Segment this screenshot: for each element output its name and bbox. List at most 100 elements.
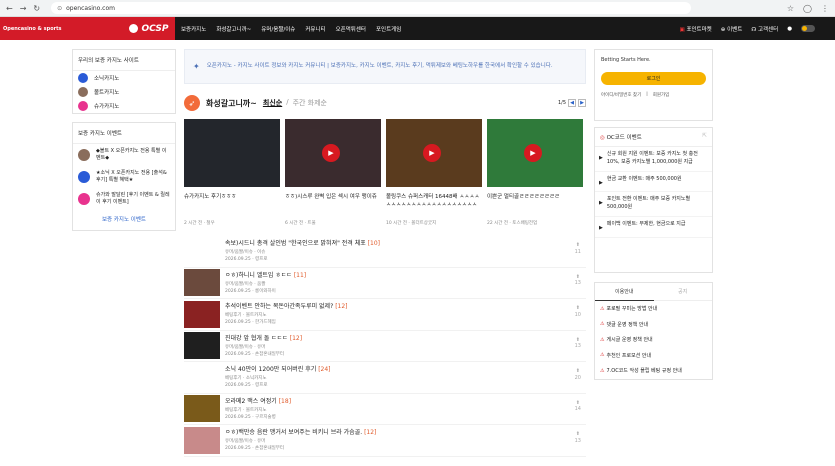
- tab-notice[interactable]: 공지: [653, 283, 712, 301]
- theme-toggle[interactable]: [801, 25, 815, 32]
- guide-item[interactable]: ⚠ 포로필 꾸미는 방법 안내: [595, 301, 712, 317]
- oc-event-item[interactable]: ▶ 신규 회원 지원 이벤트: 보증 카지노 첫 충전 10%, 보증 카지노별 …: [595, 147, 712, 172]
- sidebar-site-item[interactable]: 소닉카지노: [73, 71, 175, 85]
- find-account-link[interactable]: 아이디/비밀번호 찾기: [601, 92, 641, 98]
- vote-box: ⬆ 13: [575, 337, 581, 350]
- address-bar[interactable]: ⊙ opencasino.com: [51, 2, 692, 14]
- casino-logo-icon: [78, 149, 90, 161]
- guide-item[interactable]: ⚠ 추천인 프로모션 안내: [595, 348, 712, 364]
- reload-icon[interactable]: ↻: [33, 4, 40, 13]
- video-card[interactable]: ▶ 이쁜군 멀티골ㄹㄹㄹㄹㄹㄹㄹㄹ 22 시간 전 · 토스배팅전업: [487, 119, 583, 226]
- post-title[interactable]: 소닉 40만이 1200만 되어버린 후기 [24]: [225, 364, 586, 373]
- nav-item[interactable]: 보증카지노: [181, 25, 206, 33]
- nav-item[interactable]: 커뮤니티: [305, 25, 325, 33]
- bookmark-star-icon[interactable]: ☆: [787, 4, 794, 13]
- site-label: 소닉카지노: [94, 76, 120, 82]
- sidebar-site-item[interactable]: 슈가카지노: [73, 99, 175, 113]
- profile-icon[interactable]: ◯: [803, 4, 812, 13]
- tab-guide[interactable]: 이용안내: [595, 283, 654, 301]
- back-icon[interactable]: ←: [6, 4, 13, 13]
- logo-icon: [129, 24, 139, 33]
- post-title[interactable]: 추석이벤트 안하는 목돈아간족두루미 없제? [12]: [225, 301, 586, 310]
- nav-item[interactable]: 유머/움짤/이슈: [261, 25, 295, 33]
- point-market-link[interactable]: ▣ 포인트마켓: [679, 25, 711, 33]
- user-icon[interactable]: ●: [787, 26, 792, 32]
- event-link[interactable]: ⊕ 이벤트: [721, 25, 743, 33]
- post-title[interactable]: 진대강 앞 협개 돌 ㄷㄷㄷ [12]: [225, 333, 586, 342]
- post-title-text[interactable]: 속보)시드니 총격 살인범 "한국인으로 밝혀져" 전격 체포: [225, 240, 366, 247]
- site-label: Opencasino & sports: [3, 25, 62, 32]
- login-button[interactable]: 로그인: [601, 72, 706, 85]
- post-title[interactable]: ㅇㅎ)하니니 엘트임 ㅎㄷㄷ [11]: [225, 270, 586, 279]
- sidebar-site-item[interactable]: 볼트카지노: [73, 85, 175, 99]
- oc-event-item[interactable]: ▶ 현금 교환 이벤트: 매주 500,000원: [595, 172, 712, 193]
- sidebar-event-item[interactable]: ◆볼트 X 오픈카지노 전용 특별 이벤트◆: [73, 144, 175, 166]
- post-row[interactable]: 추석이벤트 안하는 목돈아간족두루미 없제? [12] 베팅후기 · 볼트카지노 2…: [184, 299, 586, 331]
- post-thumbnail[interactable]: [184, 395, 220, 423]
- post-title-text[interactable]: ㅇㅎ)하니니 엘트임 ㅎㄷㄷ: [225, 272, 292, 279]
- guide-item[interactable]: ⚠ 댓글 운영 정책 안내: [595, 317, 712, 333]
- card-thumbnail[interactable]: ▶: [487, 119, 583, 187]
- video-card[interactable]: ▶ 볼링쿠스 슈퍼스캐터 16448배 ㅅㅅㅅㅅㅅㅅㅅㅅㅅㅅㅅㅅㅅㅅㅅㅅㅅㅅㅅㅅㅅ…: [386, 119, 482, 226]
- post-row[interactable]: 소닉 40만이 1200만 되어버린 후기 [24] 베팅후기 · 소닉카지노 20…: [184, 362, 586, 394]
- oc-event-item[interactable]: ▶ 포인트 전환 이벤트: 매주 보증 카지노별 500,000원: [595, 192, 712, 217]
- play-icon[interactable]: ▶: [423, 144, 441, 162]
- video-card[interactable]: 슈가카지노 후기ㅎㅎㅎ 2 시간 전 · 철우: [184, 119, 280, 226]
- post-title-text[interactable]: 오라메2 맥스 여정기: [225, 398, 277, 405]
- nav-item[interactable]: 포인트게임: [376, 25, 401, 33]
- tab-latest[interactable]: 최신순: [263, 98, 282, 108]
- post-title-text[interactable]: 소닉 40만이 1200만 되어버린 후기: [225, 366, 316, 373]
- menu-icon[interactable]: ⋮: [821, 4, 829, 13]
- sidebar-event-item[interactable]: 슈가와 말달린 [후기 이벤트 & 릴레이 후기 이벤트]: [73, 188, 175, 210]
- video-card[interactable]: ▶ ㅎㅎ)시스루 완벽 입은 섹시 여우 맹이쥬 6 시간 전 · 트울: [285, 119, 381, 226]
- nav-item[interactable]: 화성갈고니까~: [216, 25, 251, 33]
- megaphone-icon: ✦: [193, 61, 200, 71]
- forward-icon[interactable]: →: [20, 4, 27, 13]
- guide-item[interactable]: ⚠ 7.OC코드 악성 플립 베팅 규정 안내: [595, 363, 712, 379]
- casino-logo-icon: [78, 87, 88, 97]
- card-thumbnail[interactable]: ▶: [285, 119, 381, 187]
- post-title-text[interactable]: ㅇㅎ)백만승 음란 맹거서 보여주는 비키니 브라 가슴골.: [225, 429, 362, 436]
- post-row[interactable]: 속보)시드니 총격 살인범 "한국인으로 밝혀져" 전격 체포 [10] 유머/움…: [184, 236, 586, 268]
- post-thumbnail[interactable]: [184, 426, 220, 454]
- comment-count: [18]: [278, 397, 292, 405]
- vote-box: ⬆ 10: [575, 305, 581, 318]
- post-row[interactable]: ㅇㅎ)백만승 음란 맹거서 보여주는 비키니 브라 가슴골. [12] 유머/움짤…: [184, 425, 586, 457]
- post-thumbnail[interactable]: [184, 363, 220, 391]
- events-more-link[interactable]: 보증 카지노 이벤트: [73, 210, 175, 230]
- card-title[interactable]: 이쁜군 멀티골ㄹㄹㄹㄹㄹㄹㄹㄹ: [487, 193, 583, 211]
- card-thumbnail[interactable]: ▶: [386, 119, 482, 187]
- post-thumbnail[interactable]: [184, 269, 220, 297]
- post-row[interactable]: 오라메2 맥스 여정기 [18] 베팅후기 · 볼트카지노 2026.09.25 ·…: [184, 394, 586, 425]
- post-title-text[interactable]: 추석이벤트 안하는 목돈아간족두루미 없제?: [225, 303, 333, 310]
- logo[interactable]: OCSP: [129, 24, 168, 34]
- post-thumbnail[interactable]: [184, 237, 220, 265]
- tab-weekly[interactable]: 주간 화제순: [293, 98, 327, 108]
- post-thumbnail[interactable]: [184, 332, 220, 360]
- guide-item[interactable]: ⚠ 게시글 운영 정책 안내: [595, 332, 712, 348]
- sidebar-event-item[interactable]: ★소닉 X 오픈카지노 전용 [출석&후기] 특별 혜택★: [73, 166, 175, 188]
- external-link-icon[interactable]: ⇱: [702, 133, 707, 141]
- card-title[interactable]: 볼링쿠스 슈퍼스캐터 16448배 ㅅㅅㅅㅅㅅㅅㅅㅅㅅㅅㅅㅅㅅㅅㅅㅅㅅㅅㅅㅅㅅㅅ…: [386, 193, 482, 211]
- site-info-icon[interactable]: ⊙: [57, 5, 62, 12]
- signup-link[interactable]: 회원가입: [653, 92, 670, 98]
- play-icon[interactable]: ▶: [322, 144, 340, 162]
- card-title[interactable]: ㅎㅎ)시스루 완벽 입은 섹시 여우 맹이쥬: [285, 193, 381, 211]
- nav-item[interactable]: 오픈먹튀센터: [336, 25, 366, 33]
- vote-count: 10: [574, 311, 581, 318]
- next-page-button[interactable]: ▶: [578, 99, 586, 107]
- post-title-text[interactable]: 진대강 앞 협개 돌 ㄷㄷㄷ: [225, 335, 288, 342]
- post-title[interactable]: 오라메2 맥스 여정기 [18]: [225, 396, 586, 405]
- support-link[interactable]: ☊ 고객센터: [751, 25, 778, 33]
- card-thumbnail[interactable]: [184, 119, 280, 187]
- card-title[interactable]: 슈가카지노 후기ㅎㅎㅎ: [184, 193, 280, 211]
- play-icon[interactable]: ▶: [524, 144, 542, 162]
- site-brand[interactable]: Opencasino & sports OCSP: [0, 17, 175, 40]
- post-row[interactable]: ㅇㅎ)하니니 엘트임 ㅎㄷㄷ [11] 유머/움짤/이슈 · 움짤 2026.09.…: [184, 268, 586, 299]
- prev-page-button[interactable]: ◀: [568, 99, 576, 107]
- post-thumbnail[interactable]: [184, 300, 220, 328]
- post-title[interactable]: 속보)시드니 총격 살인범 "한국인으로 밝혀져" 전격 체포 [10]: [225, 238, 586, 247]
- post-row[interactable]: 진대강 앞 협개 돌 ㄷㄷㄷ [12] 유머/움짤/이슈 · 유머 2026.09.…: [184, 331, 586, 362]
- oc-event-item[interactable]: ▶ 페이백 이벤트: 무제한, 현금으로 지급: [595, 217, 712, 238]
- post-title[interactable]: ㅇㅎ)백만승 음란 맹거서 보여주는 비키니 브라 가슴골. [12]: [225, 427, 586, 436]
